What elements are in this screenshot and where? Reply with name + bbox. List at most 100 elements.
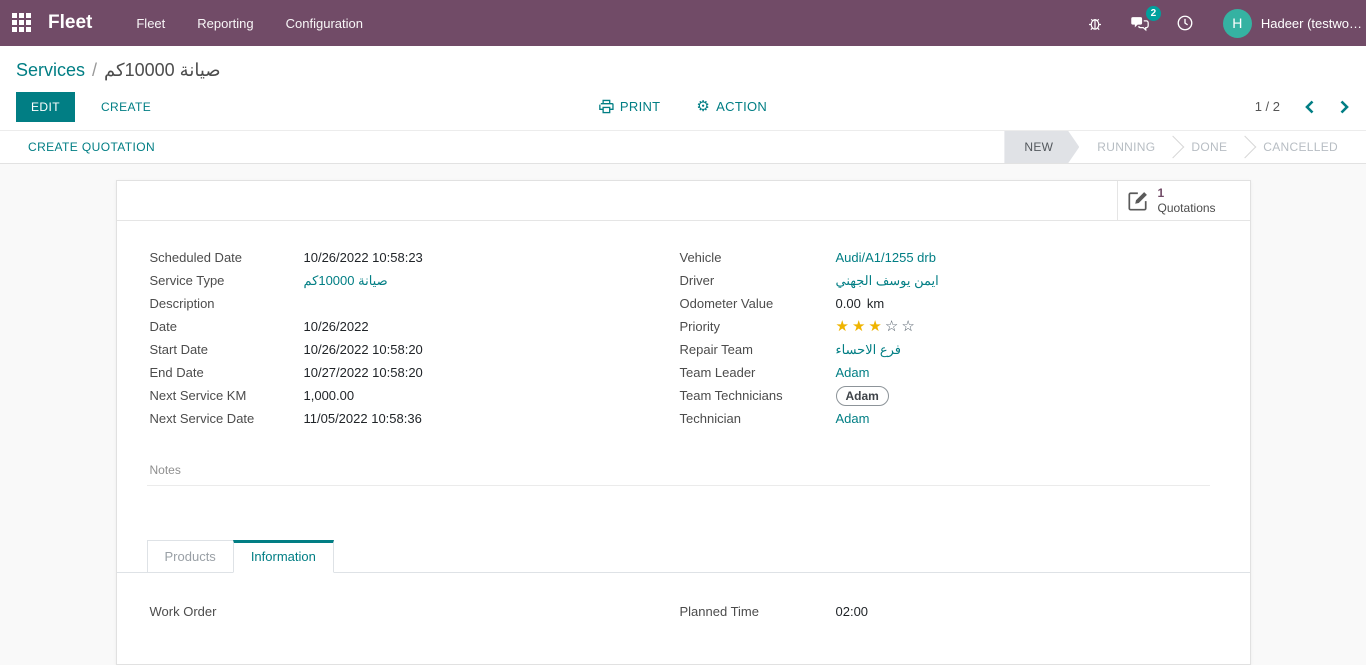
pager-previous-button[interactable] <box>1304 100 1315 114</box>
printer-icon <box>599 99 614 114</box>
field-label-team-technicians: Team Technicians <box>680 385 836 406</box>
field-label-work-order: Work Order <box>150 601 304 622</box>
field-value-start-date: 10/26/2022 10:58:20 <box>304 339 423 360</box>
field-row-end-date: End Date10/27/2022 10:58:20 <box>150 362 680 383</box>
quotations-label: Quotations <box>1158 201 1216 215</box>
priority-stars[interactable]: ★★★☆☆ <box>836 319 918 334</box>
tab-left-column: Work Order <box>150 601 680 624</box>
field-label-repair-team: Repair Team <box>680 339 836 360</box>
field-value-planned-time: 02:00 <box>836 601 869 622</box>
chevron-right-icon <box>1339 100 1350 114</box>
field-row-team-leader: Team LeaderAdam <box>680 362 1210 383</box>
tab-information[interactable]: Information <box>233 540 334 573</box>
breadcrumb-separator: / <box>92 60 97 80</box>
field-row-date: Date10/26/2022 <box>150 316 680 337</box>
field-row-driver: Driverايمن يوسف الجهني <box>680 270 1210 291</box>
field-value-service-type[interactable]: صيانة 10000كم <box>304 270 388 291</box>
field-label-team-leader: Team Leader <box>680 362 836 383</box>
field-label-description: Description <box>150 293 304 314</box>
field-label-next-service-date: Next Service Date <box>150 408 304 429</box>
field-label-vehicle: Vehicle <box>680 247 836 268</box>
breadcrumb: Services/صيانة 10000كم <box>16 57 1350 83</box>
field-row-technician: TechnicianAdam <box>680 408 1210 429</box>
field-label-driver: Driver <box>680 270 836 291</box>
field-label-odometer-value: Odometer Value <box>680 293 836 314</box>
pager-next-button[interactable] <box>1339 100 1350 114</box>
quotations-stat-button[interactable]: 1 Quotations <box>1117 181 1250 220</box>
notebook-tabs: ProductsInformation <box>117 540 1250 573</box>
avatar: H <box>1223 9 1252 38</box>
field-value-repair-team[interactable]: فرع الاحساء <box>836 339 902 360</box>
field-value-odometer-value: 0.00 <box>836 293 861 314</box>
gear-icon: ⚙ <box>696 99 710 114</box>
field-row-repair-team: Repair Teamفرع الاحساء <box>680 339 1210 360</box>
star-empty-icon[interactable]: ☆ <box>901 318 917 335</box>
form-right-column: VehicleAudi/A1/1255 drbDriverايمن يوسف ا… <box>680 247 1210 431</box>
main-menu: FleetReportingConfiguration <box>120 0 379 46</box>
quotations-count: 1 <box>1158 186 1216 200</box>
tag-adam[interactable]: Adam <box>836 386 889 406</box>
star-filled-icon[interactable]: ★ <box>868 318 884 335</box>
tab-products[interactable]: Products <box>147 540 234 573</box>
messages-count-badge: 2 <box>1146 6 1161 21</box>
navbar-systray: 2 H Hadeer (testwo… <box>1073 0 1366 46</box>
notes-field[interactable]: Notes <box>147 463 1210 486</box>
print-label: PRINT <box>620 99 661 114</box>
user-menu[interactable]: H Hadeer (testwo… <box>1223 9 1366 38</box>
field-label-end-date: End Date <box>150 362 304 383</box>
username: Hadeer (testwo… <box>1261 16 1362 31</box>
field-value-scheduled-date: 10/26/2022 10:58:23 <box>304 247 423 268</box>
field-row-odometer-value: Odometer Value0.00km <box>680 293 1210 314</box>
record-sheet: 1 Quotations Scheduled Date10/26/2022 10… <box>116 180 1251 665</box>
star-filled-icon[interactable]: ★ <box>852 318 868 335</box>
debug-bug-icon[interactable] <box>1073 0 1117 46</box>
field-value-team-leader[interactable]: Adam <box>836 362 870 383</box>
chevron-left-icon <box>1304 100 1315 114</box>
action-label: ACTION <box>716 99 767 114</box>
center-actions: PRINT ⚙ ACTION <box>599 99 767 114</box>
field-row-priority: Priority★★★☆☆ <box>680 316 1210 337</box>
field-row-scheduled-date: Scheduled Date10/26/2022 10:58:23 <box>150 247 680 268</box>
field-row-team-technicians: Team TechniciansAdam <box>680 385 1210 406</box>
star-filled-icon[interactable]: ★ <box>836 318 852 335</box>
control-panel-buttons: EDIT CREATE PRINT ⚙ ACTION 1 / 2 <box>16 83 1350 130</box>
field-value-technician[interactable]: Adam <box>836 408 870 429</box>
status-new[interactable]: NEW <box>1004 131 1079 163</box>
activities-clock-icon[interactable] <box>1163 0 1207 46</box>
status-cancelled[interactable]: CANCELLED <box>1245 131 1356 163</box>
field-value-end-date: 10/27/2022 10:58:20 <box>304 362 423 383</box>
field-row-vehicle: VehicleAudi/A1/1255 drb <box>680 247 1210 268</box>
messages-icon-wrap[interactable]: 2 <box>1117 0 1163 46</box>
print-button[interactable]: PRINT <box>599 99 661 114</box>
field-value-date: 10/26/2022 <box>304 316 369 337</box>
edit-button[interactable]: EDIT <box>16 92 75 122</box>
field-value-next-service-date: 11/05/2022 10:58:36 <box>304 408 422 429</box>
field-value-driver[interactable]: ايمن يوسف الجهني <box>836 270 939 291</box>
field-row-next-service-date: Next Service Date11/05/2022 10:58:36 <box>150 408 680 429</box>
field-label-next-service-km: Next Service KM <box>150 385 304 406</box>
form-view-area: 1 Quotations Scheduled Date10/26/2022 10… <box>0 164 1366 665</box>
field-label-planned-time: Planned Time <box>680 601 836 622</box>
action-button[interactable]: ⚙ ACTION <box>696 99 767 114</box>
status-running[interactable]: RUNNING <box>1079 131 1173 163</box>
breadcrumb-services-link[interactable]: Services <box>16 60 85 80</box>
star-empty-icon[interactable]: ☆ <box>885 318 901 335</box>
clock-icon <box>1176 14 1194 32</box>
field-label-date: Date <box>150 316 304 337</box>
bug-icon <box>1086 14 1104 32</box>
form-left-column: Scheduled Date10/26/2022 10:58:23Service… <box>150 247 680 431</box>
menu-configuration[interactable]: Configuration <box>270 0 379 46</box>
app-brand[interactable]: Fleet <box>48 12 92 34</box>
menu-fleet[interactable]: Fleet <box>120 0 181 46</box>
create-quotation-button[interactable]: CREATE QUOTATION <box>28 140 155 154</box>
stat-button-text: 1 Quotations <box>1158 186 1216 215</box>
create-button[interactable]: CREATE <box>95 99 157 115</box>
control-panel: Services/صيانة 10000كم EDIT CREATE PRINT… <box>0 46 1366 130</box>
field-label-technician: Technician <box>680 408 836 429</box>
field-row-start-date: Start Date10/26/2022 10:58:20 <box>150 339 680 360</box>
menu-reporting[interactable]: Reporting <box>181 0 269 46</box>
field-value-vehicle[interactable]: Audi/A1/1255 drb <box>836 247 936 268</box>
apps-menu-icon[interactable] <box>12 13 32 33</box>
field-row-description: Description <box>150 293 680 314</box>
button-box: 1 Quotations <box>117 181 1250 221</box>
